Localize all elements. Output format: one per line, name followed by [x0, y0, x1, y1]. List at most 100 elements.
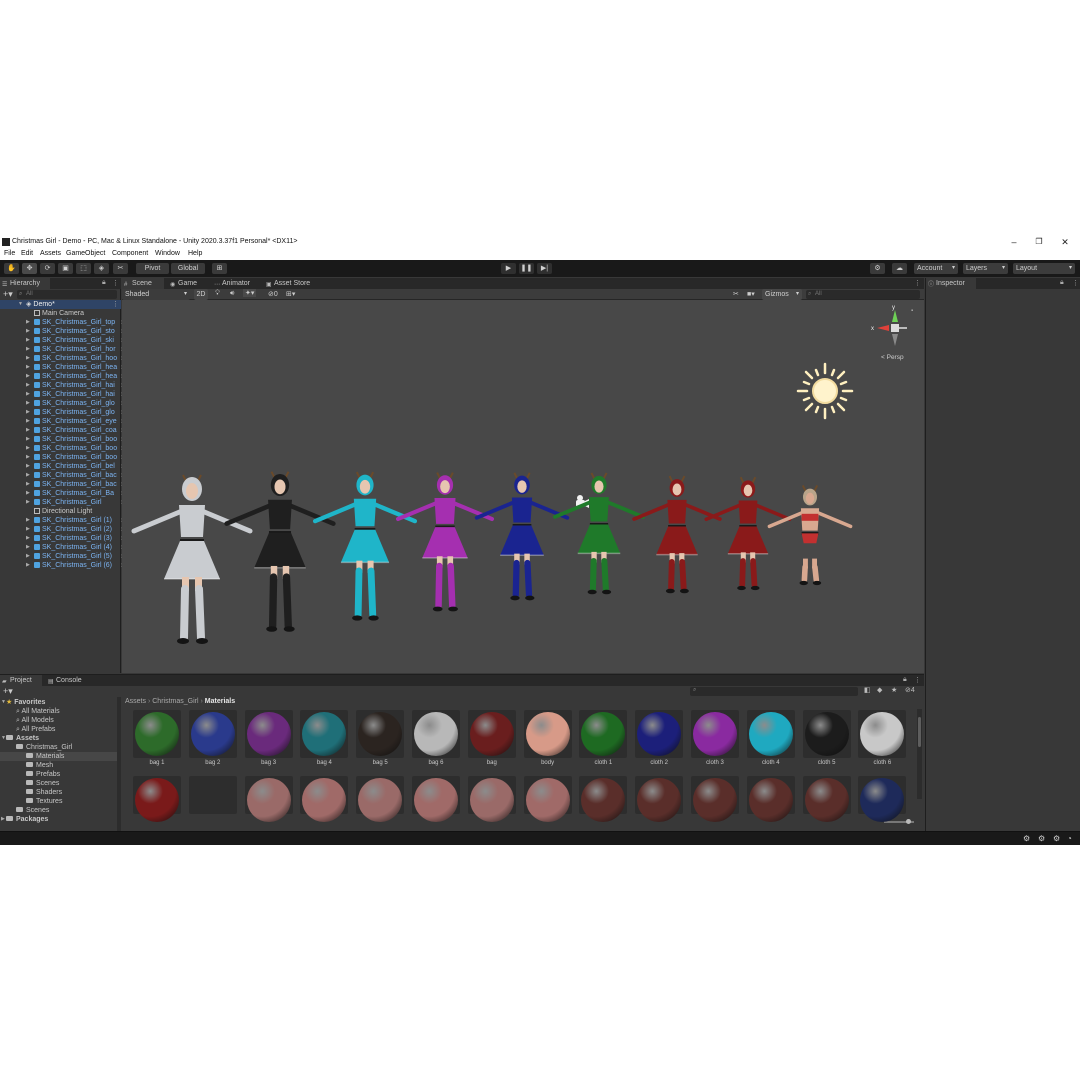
scene-root-row[interactable]: ▼ ◈ Demo* ⋮	[0, 300, 121, 309]
project-tree-item[interactable]: ▶ Packages	[0, 815, 117, 824]
tab-asset-store[interactable]: ▣ Asset Store	[264, 278, 324, 289]
scene-search-input[interactable]: ⌕ All	[806, 290, 920, 299]
hierarchy-prefab-row[interactable]: ▶SK_Christmas_Girl_top›	[26, 318, 123, 327]
grid-scrollbar-track[interactable]	[917, 709, 922, 799]
project-tree-item[interactable]: Christmas_Girl	[0, 743, 117, 752]
character-model[interactable]	[224, 471, 336, 632]
hierarchy-prefab-row[interactable]: ▶SK_Christmas_Girl›	[26, 498, 123, 507]
hierarchy-prefab-row[interactable]: ▶SK_Christmas_Girl (4)›	[26, 543, 123, 552]
lock-icon[interactable]: 🔒︎	[1060, 279, 1064, 287]
expand-arrow-icon[interactable]: ▶	[26, 543, 30, 552]
tab-animator[interactable]: ⋯ Animator	[212, 278, 260, 289]
expand-arrow-icon[interactable]: ▶	[26, 498, 30, 507]
material-asset[interactable]: bag 6	[412, 710, 460, 768]
character-model[interactable]	[395, 472, 495, 612]
expand-arrow-icon[interactable]: ▶	[26, 417, 30, 426]
expand-arrow-icon[interactable]: ▶	[26, 390, 30, 399]
project-tree-item[interactable]: ▼ Assets	[0, 734, 117, 743]
material-asset[interactable]	[635, 776, 684, 822]
shading-mode-dropdown[interactable]: Shaded ▾	[122, 289, 190, 300]
material-asset[interactable]: bag	[467, 710, 516, 768]
material-asset[interactable]	[244, 776, 293, 822]
material-asset[interactable]: cloth 5	[802, 710, 851, 768]
tab-inspector[interactable]: ⓘ Inspector	[926, 278, 976, 289]
hierarchy-prefab-row[interactable]: ▶SK_Christmas_Girl_bac›	[26, 471, 123, 480]
expand-arrow-icon[interactable]: ▶	[26, 552, 30, 561]
hierarchy-prefab-row[interactable]: ▶SK_Christmas_Girl_ski›	[26, 336, 123, 345]
thumbnail-size-slider-thumb[interactable]	[906, 819, 911, 824]
favorite-star-icon[interactable]: ★	[891, 686, 897, 694]
expand-arrow-icon[interactable]: ▶	[26, 345, 30, 354]
expand-arrow-icon[interactable]: ▶	[26, 363, 30, 372]
expand-arrow-icon[interactable]: ▶	[26, 453, 30, 462]
kebab-menu-icon[interactable]: ⋮	[914, 279, 921, 287]
add-asset-icon[interactable]: +▾	[3, 686, 13, 697]
settings-icon[interactable]: ⚙	[1053, 834, 1060, 843]
hierarchy-prefab-row[interactable]: ▶SK_Christmas_Girl_hai›	[26, 381, 123, 390]
material-asset[interactable]	[802, 776, 851, 822]
audio-icon[interactable]: 🔊︎	[230, 290, 234, 298]
project-tree-item[interactable]: Textures	[0, 797, 117, 806]
expand-arrow-icon[interactable]: ▶	[26, 381, 30, 390]
character-model[interactable]	[632, 475, 722, 594]
minimize-button[interactable]: –	[1004, 236, 1024, 248]
expand-arrow-icon[interactable]: ▶	[26, 534, 30, 543]
grid-scrollbar-thumb[interactable]	[918, 717, 921, 747]
layers-dropdown[interactable]: Layers ▾	[963, 263, 1008, 274]
hierarchy-prefab-row[interactable]: ▶SK_Christmas_Girl_bel›	[26, 462, 123, 471]
hierarchy-prefab-row[interactable]: ▶SK_Christmas_Girl_glo›	[26, 408, 123, 417]
projection-label[interactable]: < Persp	[881, 354, 904, 361]
rect-tool-icon[interactable]: ⬚	[76, 263, 91, 274]
character-model[interactable]	[312, 471, 418, 621]
project-tree-item[interactable]: Mesh	[0, 761, 117, 770]
hierarchy-prefab-row[interactable]: ▶SK_Christmas_Girl_hea›	[26, 372, 123, 381]
material-asset[interactable]	[579, 776, 628, 822]
material-asset[interactable]: bag 4	[300, 710, 349, 768]
tab-project[interactable]: ▰ Project	[0, 675, 42, 686]
rotate-tool-icon[interactable]: ⟳	[40, 263, 55, 274]
character-model[interactable]	[474, 472, 570, 601]
expand-arrow-icon[interactable]: ▶	[26, 426, 30, 435]
hierarchy-prefab-row[interactable]: ▶SK_Christmas_Girl (3)›	[26, 534, 123, 543]
scale-tool-icon[interactable]: ▣	[58, 263, 73, 274]
expand-arrow-icon[interactable]: ▶	[26, 372, 30, 381]
account-dropdown[interactable]: Account ▾	[914, 263, 958, 274]
hierarchy-gameobject-row[interactable]: Main Camera	[34, 309, 84, 318]
bug-icon[interactable]: ⚙	[1023, 834, 1030, 843]
material-asset[interactable]	[691, 776, 739, 822]
expand-arrow-icon[interactable]: ▶	[1, 815, 5, 824]
hierarchy-gameobject-row[interactable]: Directional Light	[34, 507, 92, 516]
hierarchy-prefab-row[interactable]: ▶SK_Christmas_Girl_boo›	[26, 435, 123, 444]
expand-arrow-icon[interactable]: ▶	[26, 336, 30, 345]
lock-icon[interactable]: 🔒︎	[102, 279, 106, 287]
step-button[interactable]: ▶|	[537, 263, 552, 274]
custom-tool-icon[interactable]: ✂	[113, 263, 128, 274]
toggle-2d-button[interactable]: 2D	[194, 289, 208, 300]
scene-viewport[interactable]: y x < Persp ▪	[122, 300, 924, 673]
expand-arrow-icon[interactable]: ▶	[26, 471, 30, 480]
expand-arrow-icon[interactable]: ▶	[26, 489, 30, 498]
directional-light-sun-icon[interactable]	[796, 362, 854, 420]
hierarchy-search-input[interactable]: ⌕ All	[17, 290, 117, 299]
camera-icon[interactable]: ■▾	[747, 290, 755, 298]
hierarchy-prefab-row[interactable]: ▶SK_Christmas_Girl (1)›	[26, 516, 123, 525]
hierarchy-prefab-row[interactable]: ▶SK_Christmas_Girl (5)›	[26, 552, 123, 561]
material-asset[interactable]: cloth 1	[579, 710, 628, 768]
hierarchy-prefab-row[interactable]: ▶SK_Christmas_Girl_hoo›	[26, 354, 123, 363]
material-asset[interactable]: cloth 2	[635, 710, 684, 768]
hierarchy-prefab-row[interactable]: ▶SK_Christmas_Girl_coa›	[26, 426, 123, 435]
project-tree-item[interactable]: ▼ ★ Favorites	[0, 698, 117, 707]
tools-icon[interactable]: ✂	[733, 290, 739, 298]
hierarchy-prefab-row[interactable]: ▶SK_Christmas_Girl_bac›	[26, 480, 123, 489]
filter-label-icon[interactable]: ◆	[877, 686, 882, 694]
kebab-menu-icon[interactable]: ⋮	[1072, 279, 1079, 287]
expand-arrow-icon[interactable]: ▶	[26, 480, 30, 489]
cloud-icon[interactable]: ☁	[892, 263, 907, 274]
kebab-menu-icon[interactable]: ⋮	[112, 279, 119, 287]
hierarchy-prefab-row[interactable]: ▶SK_Christmas_Girl_sto›	[26, 327, 123, 336]
project-tree-item[interactable]: Shaders	[0, 788, 117, 797]
tab-game[interactable]: ◉ Game	[168, 278, 208, 289]
hierarchy-prefab-row[interactable]: ▶SK_Christmas_Girl (2)›	[26, 525, 123, 534]
expand-arrow-icon[interactable]: ▶	[26, 516, 30, 525]
lighting-icon[interactable]: 💡︎	[215, 290, 220, 298]
